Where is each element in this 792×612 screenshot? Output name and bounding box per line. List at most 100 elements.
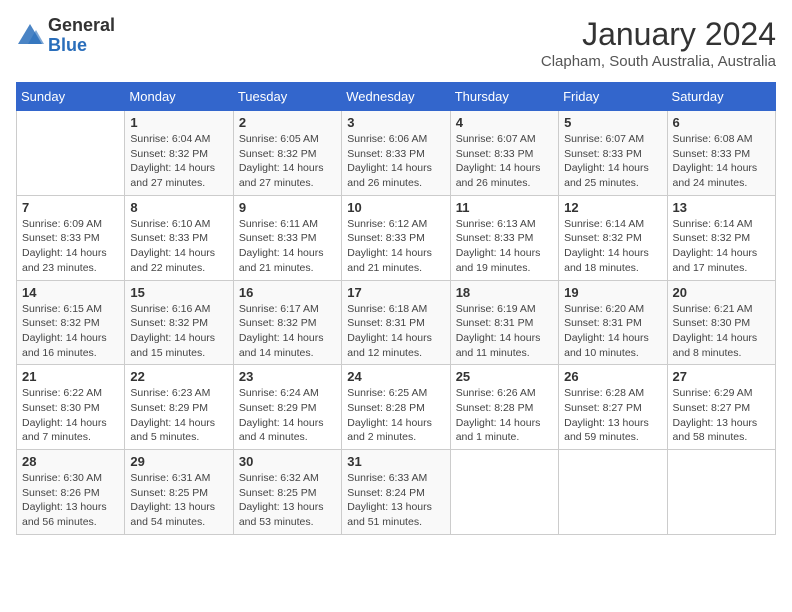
day-info: Sunrise: 6:12 AM Sunset: 8:33 PM Dayligh…	[347, 217, 444, 276]
day-info: Sunrise: 6:08 AM Sunset: 8:33 PM Dayligh…	[673, 132, 770, 191]
calendar-cell: 4 Sunrise: 6:07 AM Sunset: 8:33 PM Daylig…	[450, 111, 558, 196]
calendar-cell: 13 Sunrise: 6:14 AM Sunset: 8:32 PM Dayli…	[667, 195, 775, 280]
day-info: Sunrise: 6:15 AM Sunset: 8:32 PM Dayligh…	[22, 302, 119, 361]
logo-general-text: General	[48, 15, 115, 35]
day-number: 24	[347, 369, 444, 384]
logo-icon	[16, 22, 44, 50]
day-number: 16	[239, 285, 336, 300]
day-number: 14	[22, 285, 119, 300]
day-number: 7	[22, 200, 119, 215]
day-info: Sunrise: 6:20 AM Sunset: 8:31 PM Dayligh…	[564, 302, 661, 361]
day-number: 2	[239, 115, 336, 130]
day-info: Sunrise: 6:13 AM Sunset: 8:33 PM Dayligh…	[456, 217, 553, 276]
calendar-cell: 27 Sunrise: 6:29 AM Sunset: 8:27 PM Dayli…	[667, 365, 775, 450]
day-number: 27	[673, 369, 770, 384]
day-info: Sunrise: 6:29 AM Sunset: 8:27 PM Dayligh…	[673, 386, 770, 445]
day-number: 9	[239, 200, 336, 215]
calendar-body: 1 Sunrise: 6:04 AM Sunset: 8:32 PM Daylig…	[17, 111, 776, 535]
title-area: January 2024 Clapham, South Australia, A…	[541, 16, 776, 70]
calendar-cell: 18Sunrise: 6:19 AM Sunset: 8:31 PM Dayli…	[450, 280, 558, 365]
day-number: 1	[130, 115, 227, 130]
calendar-cell: 31 Sunrise: 6:33 AM Sunset: 8:24 PM Dayli…	[342, 450, 450, 535]
day-number: 13	[673, 200, 770, 215]
week-row-3: 14 Sunrise: 6:15 AM Sunset: 8:32 PM Dayli…	[17, 280, 776, 365]
header-day-tuesday: Tuesday	[233, 83, 341, 111]
day-info: Sunrise: 6:07 AM Sunset: 8:33 PM Dayligh…	[456, 132, 553, 191]
day-number: 6	[673, 115, 770, 130]
calendar-cell: 15Sunrise: 6:16 AM Sunset: 8:32 PM Dayli…	[125, 280, 233, 365]
week-row-1: 1 Sunrise: 6:04 AM Sunset: 8:32 PM Daylig…	[17, 111, 776, 196]
calendar-cell	[450, 450, 558, 535]
day-info: Sunrise: 6:14 AM Sunset: 8:32 PM Dayligh…	[673, 217, 770, 276]
day-info: Sunrise: 6:04 AM Sunset: 8:32 PM Dayligh…	[130, 132, 227, 191]
calendar-cell: 14 Sunrise: 6:15 AM Sunset: 8:32 PM Dayli…	[17, 280, 125, 365]
day-number: 23	[239, 369, 336, 384]
calendar-cell: 26Sunrise: 6:28 AM Sunset: 8:27 PM Dayli…	[559, 365, 667, 450]
day-info: Sunrise: 6:23 AM Sunset: 8:29 PM Dayligh…	[130, 386, 227, 445]
day-info: Sunrise: 6:33 AM Sunset: 8:24 PM Dayligh…	[347, 471, 444, 530]
calendar-cell: 23Sunrise: 6:24 AM Sunset: 8:29 PM Dayli…	[233, 365, 341, 450]
calendar-cell: 11 Sunrise: 6:13 AM Sunset: 8:33 PM Dayli…	[450, 195, 558, 280]
day-number: 3	[347, 115, 444, 130]
calendar-cell: 20Sunrise: 6:21 AM Sunset: 8:30 PM Dayli…	[667, 280, 775, 365]
day-info: Sunrise: 6:31 AM Sunset: 8:25 PM Dayligh…	[130, 471, 227, 530]
day-number: 22	[130, 369, 227, 384]
calendar-table: SundayMondayTuesdayWednesdayThursdayFrid…	[16, 82, 776, 535]
logo: General Blue	[16, 16, 115, 56]
day-info: Sunrise: 6:05 AM Sunset: 8:32 PM Dayligh…	[239, 132, 336, 191]
day-info: Sunrise: 6:30 AM Sunset: 8:26 PM Dayligh…	[22, 471, 119, 530]
day-number: 11	[456, 200, 553, 215]
calendar-cell: 28 Sunrise: 6:30 AM Sunset: 8:26 PM Dayli…	[17, 450, 125, 535]
header-day-monday: Monday	[125, 83, 233, 111]
day-number: 10	[347, 200, 444, 215]
day-info: Sunrise: 6:22 AM Sunset: 8:30 PM Dayligh…	[22, 386, 119, 445]
header-day-wednesday: Wednesday	[342, 83, 450, 111]
calendar-cell: 30 Sunrise: 6:32 AM Sunset: 8:25 PM Dayli…	[233, 450, 341, 535]
calendar-cell: 10 Sunrise: 6:12 AM Sunset: 8:33 PM Dayli…	[342, 195, 450, 280]
day-info: Sunrise: 6:06 AM Sunset: 8:33 PM Dayligh…	[347, 132, 444, 191]
week-row-5: 28 Sunrise: 6:30 AM Sunset: 8:26 PM Dayli…	[17, 450, 776, 535]
calendar-cell: 16Sunrise: 6:17 AM Sunset: 8:32 PM Dayli…	[233, 280, 341, 365]
day-info: Sunrise: 6:09 AM Sunset: 8:33 PM Dayligh…	[22, 217, 119, 276]
day-info: Sunrise: 6:25 AM Sunset: 8:28 PM Dayligh…	[347, 386, 444, 445]
day-number: 25	[456, 369, 553, 384]
calendar-cell	[559, 450, 667, 535]
calendar-cell: 29Sunrise: 6:31 AM Sunset: 8:25 PM Dayli…	[125, 450, 233, 535]
day-number: 5	[564, 115, 661, 130]
header-day-sunday: Sunday	[17, 83, 125, 111]
day-info: Sunrise: 6:10 AM Sunset: 8:33 PM Dayligh…	[130, 217, 227, 276]
day-info: Sunrise: 6:26 AM Sunset: 8:28 PM Dayligh…	[456, 386, 553, 445]
location-title: Clapham, South Australia, Australia	[541, 53, 776, 70]
day-number: 12	[564, 200, 661, 215]
calendar-cell: 3 Sunrise: 6:06 AM Sunset: 8:33 PM Daylig…	[342, 111, 450, 196]
logo-blue-text: Blue	[48, 35, 87, 55]
calendar-cell: 17Sunrise: 6:18 AM Sunset: 8:31 PM Dayli…	[342, 280, 450, 365]
day-info: Sunrise: 6:32 AM Sunset: 8:25 PM Dayligh…	[239, 471, 336, 530]
month-title: January 2024	[541, 16, 776, 53]
header-row: SundayMondayTuesdayWednesdayThursdayFrid…	[17, 83, 776, 111]
day-number: 28	[22, 454, 119, 469]
calendar-cell	[667, 450, 775, 535]
day-info: Sunrise: 6:07 AM Sunset: 8:33 PM Dayligh…	[564, 132, 661, 191]
day-info: Sunrise: 6:14 AM Sunset: 8:32 PM Dayligh…	[564, 217, 661, 276]
day-number: 15	[130, 285, 227, 300]
header-day-saturday: Saturday	[667, 83, 775, 111]
calendar-cell: 21 Sunrise: 6:22 AM Sunset: 8:30 PM Dayli…	[17, 365, 125, 450]
day-number: 8	[130, 200, 227, 215]
day-number: 30	[239, 454, 336, 469]
calendar-cell: 1 Sunrise: 6:04 AM Sunset: 8:32 PM Daylig…	[125, 111, 233, 196]
day-number: 19	[564, 285, 661, 300]
calendar-cell: 5 Sunrise: 6:07 AM Sunset: 8:33 PM Daylig…	[559, 111, 667, 196]
calendar-cell: 9Sunrise: 6:11 AM Sunset: 8:33 PM Daylig…	[233, 195, 341, 280]
calendar-cell: 2 Sunrise: 6:05 AM Sunset: 8:32 PM Daylig…	[233, 111, 341, 196]
calendar-cell: 7 Sunrise: 6:09 AM Sunset: 8:33 PM Daylig…	[17, 195, 125, 280]
day-number: 18	[456, 285, 553, 300]
calendar-cell: 19 Sunrise: 6:20 AM Sunset: 8:31 PM Dayli…	[559, 280, 667, 365]
day-number: 31	[347, 454, 444, 469]
day-number: 4	[456, 115, 553, 130]
day-number: 20	[673, 285, 770, 300]
day-number: 21	[22, 369, 119, 384]
day-info: Sunrise: 6:18 AM Sunset: 8:31 PM Dayligh…	[347, 302, 444, 361]
calendar-cell: 6 Sunrise: 6:08 AM Sunset: 8:33 PM Daylig…	[667, 111, 775, 196]
calendar-header: SundayMondayTuesdayWednesdayThursdayFrid…	[17, 83, 776, 111]
